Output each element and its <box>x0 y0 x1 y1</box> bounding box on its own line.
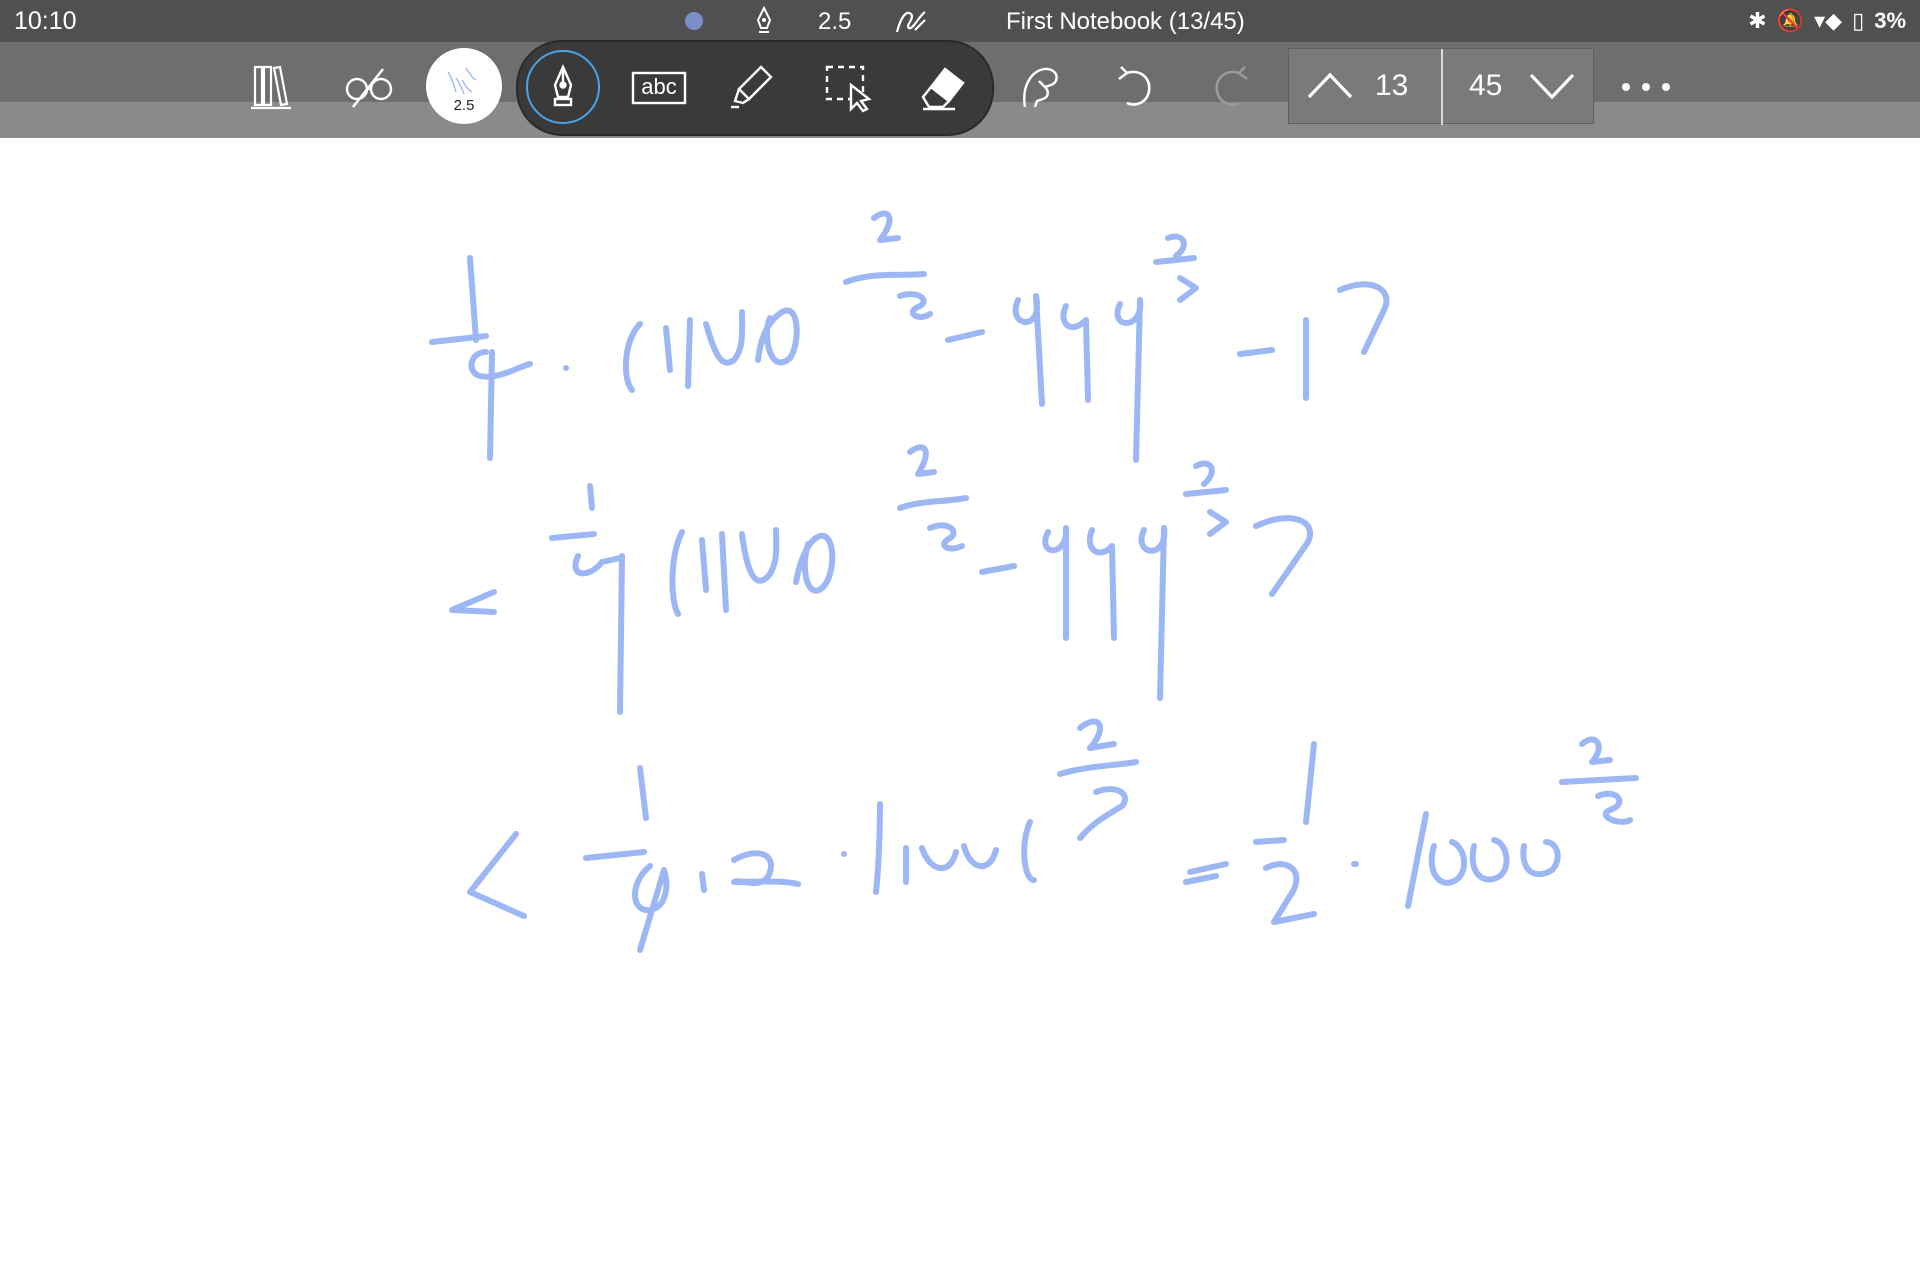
next-page-icon[interactable] <box>1525 57 1579 115</box>
signature-icon <box>895 11 926 33</box>
undo-icon[interactable] <box>1098 50 1172 124</box>
pen-tool-icon[interactable] <box>526 50 600 124</box>
bell-off-icon: 🔕 <box>1776 8 1805 33</box>
text-tool-label: abc <box>641 74 677 99</box>
handwriting-canvas[interactable] <box>0 138 1920 1280</box>
status-bar: 10:10 2.5 First Notebook (13/45) ✱ 🔕 ▾◆ … <box>0 0 1920 42</box>
eraser-icon[interactable] <box>906 50 980 124</box>
battery-icon: ▯ <box>1852 8 1865 33</box>
notebook-title: First Notebook (13/45) <box>1006 8 1245 35</box>
redo-icon[interactable] <box>1194 50 1268 124</box>
highlighter-icon[interactable] <box>714 50 788 124</box>
dot-indicator-icon <box>685 12 703 30</box>
wifi-icon: ▾◆ <box>1814 8 1843 33</box>
lasso-select-icon[interactable] <box>812 50 886 124</box>
page-navigator: 13 45 <box>1288 48 1594 125</box>
more-icon[interactable] <box>1612 62 1682 112</box>
pen-size-label: 2.5 <box>818 8 852 35</box>
current-page[interactable]: 13 <box>1375 69 1408 103</box>
text-tool-icon[interactable]: abc <box>622 50 696 124</box>
hand-icon[interactable] <box>1004 50 1078 124</box>
pen-preview-button[interactable]: 2.5 <box>426 48 502 124</box>
clock: 10:10 <box>14 7 77 35</box>
pen-icon <box>756 6 772 33</box>
bluetooth-icon: ✱ <box>1748 8 1767 33</box>
read-mode-icon[interactable] <box>332 50 406 124</box>
pen-preview-value: 2.5 <box>453 97 475 114</box>
battery-percent: 3% <box>1874 8 1906 33</box>
status-icons: ✱ 🔕 ▾◆ ▯ 3% <box>1748 0 1906 42</box>
library-icon[interactable] <box>236 50 310 124</box>
previous-page-icon[interactable] <box>1303 57 1357 115</box>
total-pages: 45 <box>1469 69 1503 102</box>
handwritten-math <box>429 210 1639 953</box>
pager-divider <box>1441 49 1443 125</box>
